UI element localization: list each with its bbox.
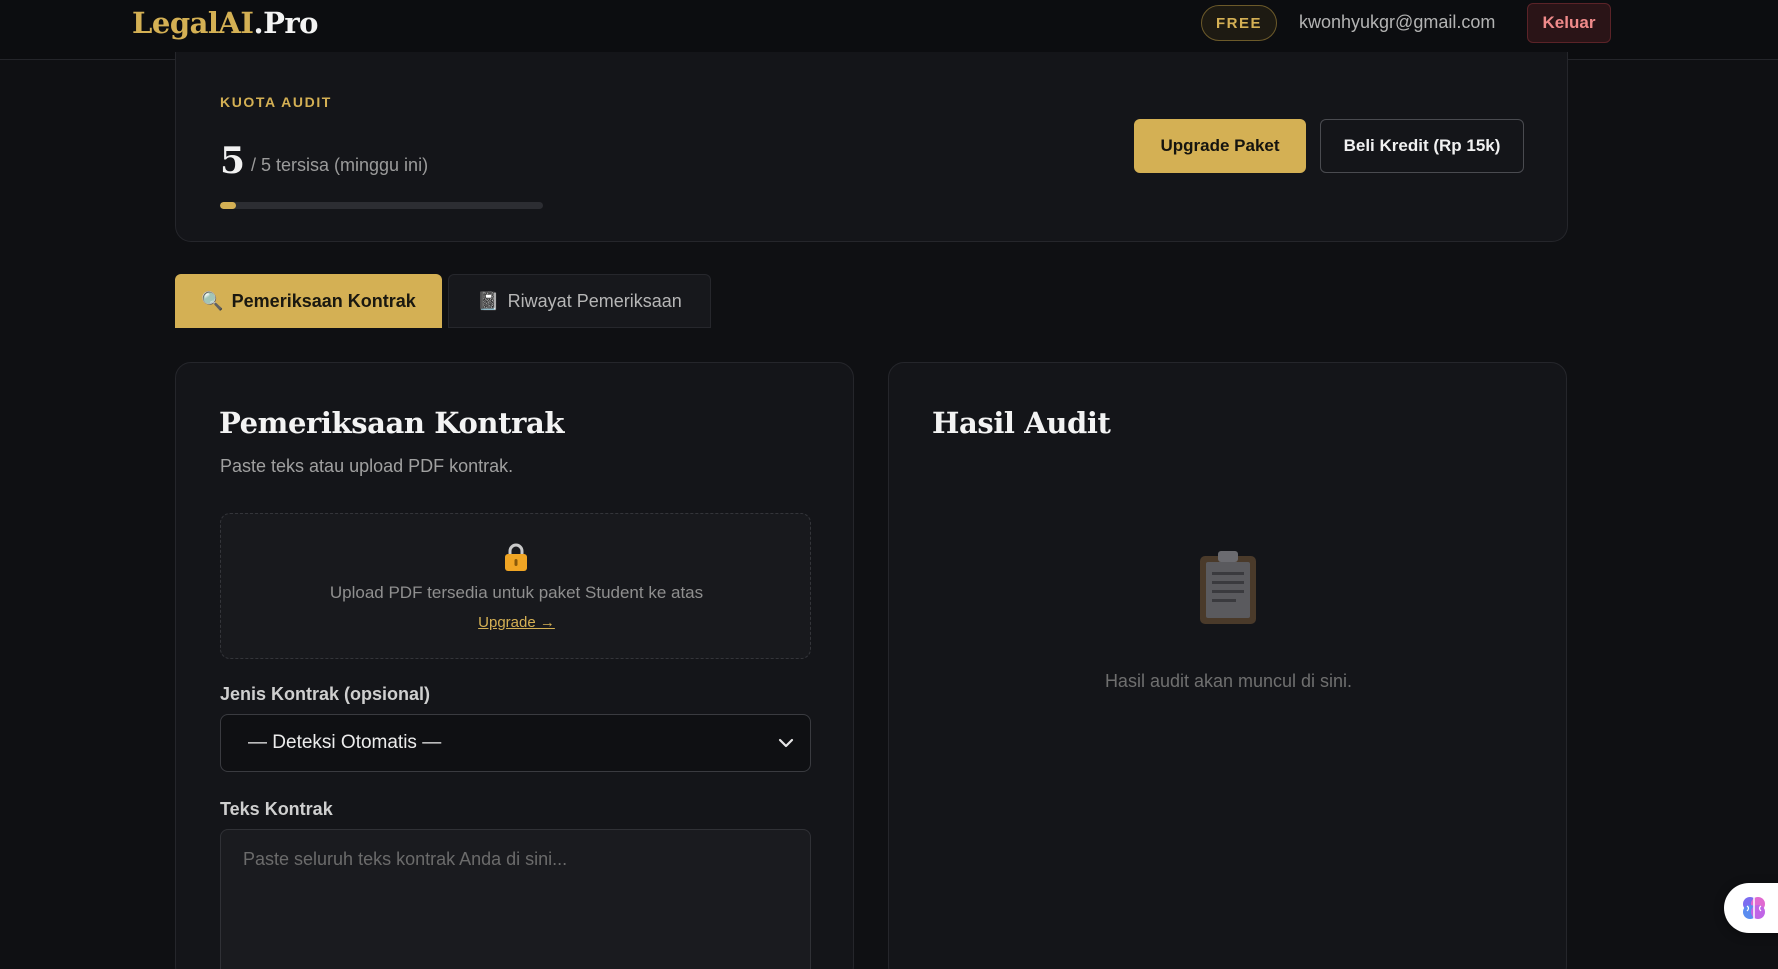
contract-type-select[interactable]: — Deteksi Otomatis — bbox=[220, 714, 811, 772]
tab-label: Pemeriksaan Kontrak bbox=[231, 290, 416, 311]
logo-text-primary: LegalAI bbox=[132, 6, 254, 40]
quota-card: KUOTA AUDIT 5 / 5 tersisa (minggu ini) U… bbox=[175, 52, 1568, 242]
logo-text-suffix: .Pro bbox=[253, 6, 319, 40]
upgrade-plan-button[interactable]: Upgrade Paket bbox=[1134, 119, 1306, 173]
result-empty-text: Hasil audit akan muncul di sini. bbox=[1104, 671, 1353, 691]
chevron-down-icon bbox=[778, 738, 794, 748]
tab-label: Riwayat Pemeriksaan bbox=[507, 290, 682, 311]
quota-progress-fill bbox=[220, 202, 237, 209]
plan-badge: FREE bbox=[1201, 5, 1277, 41]
panel-title: Pemeriksaan Kontrak bbox=[219, 406, 565, 440]
buy-credit-button[interactable]: Beli Kredit (Rp 15k) bbox=[1320, 119, 1524, 173]
pdf-upload-area[interactable]: Upload PDF tersedia untuk paket Student … bbox=[220, 513, 811, 659]
assistant-fab-button[interactable] bbox=[1724, 883, 1778, 933]
brain-icon bbox=[1743, 897, 1765, 919]
top-navbar: LegalAI.Pro FREE kwonhyukgr@gmail.com Ke… bbox=[0, 0, 1778, 60]
logout-button[interactable]: Keluar bbox=[1527, 3, 1611, 43]
contract-text-label: Teks Kontrak bbox=[220, 799, 333, 819]
tab-check-history[interactable]: 📓 Riwayat Pemeriksaan bbox=[448, 274, 711, 328]
tab-contract-check[interactable]: 🔍 Pemeriksaan Kontrak bbox=[175, 274, 442, 328]
audit-result-panel: Hasil Audit Hasil audit akan muncul di s… bbox=[888, 362, 1567, 969]
upload-upgrade-link[interactable]: Upgrade → bbox=[478, 614, 555, 631]
quota-label: KUOTA AUDIT bbox=[220, 94, 332, 110]
contract-type-label: Jenis Kontrak (opsional) bbox=[220, 684, 431, 704]
magnifier-icon: 🔍 bbox=[201, 290, 224, 311]
contract-type-value: — Deteksi Otomatis — bbox=[248, 732, 442, 753]
contract-text-input[interactable] bbox=[220, 829, 811, 969]
clipboard-icon bbox=[1200, 551, 1256, 624]
quota-progress-bar bbox=[220, 202, 543, 209]
panel-subtitle: Paste teks atau upload PDF kontrak. bbox=[220, 456, 514, 476]
app-logo[interactable]: LegalAI.Pro bbox=[132, 6, 319, 40]
notebook-icon: 📓 bbox=[477, 290, 500, 311]
contract-check-panel: Pemeriksaan Kontrak Paste teks atau uplo… bbox=[175, 362, 854, 969]
upload-locked-text: Upload PDF tersedia untuk paket Student … bbox=[329, 583, 704, 602]
quota-remaining-count: 5 bbox=[220, 140, 246, 182]
user-email: kwonhyukgr@gmail.com bbox=[1299, 11, 1496, 32]
lock-icon bbox=[505, 543, 527, 571]
result-title: Hasil Audit bbox=[932, 406, 1111, 440]
quota-remaining-text: / 5 tersisa (minggu ini) bbox=[251, 155, 429, 175]
